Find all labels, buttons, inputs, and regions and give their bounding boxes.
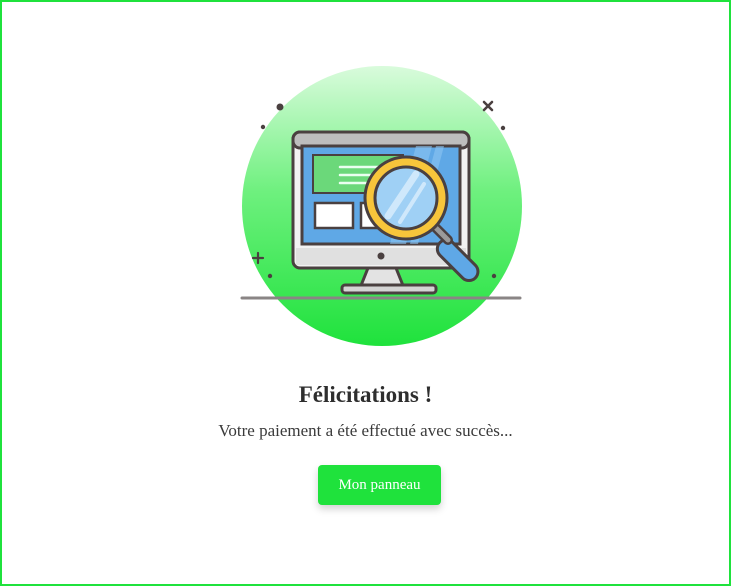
success-panel: Félicitations ! Votre paiement a été eff… bbox=[0, 0, 731, 586]
success-message: Votre paiement a été effectué avec succè… bbox=[218, 421, 513, 440]
dashboard-button[interactable]: Mon panneau bbox=[318, 465, 441, 505]
success-title: Félicitations ! bbox=[298, 382, 433, 407]
success-illustration bbox=[236, 60, 528, 352]
monitor-magnifier-icon bbox=[240, 66, 522, 346]
